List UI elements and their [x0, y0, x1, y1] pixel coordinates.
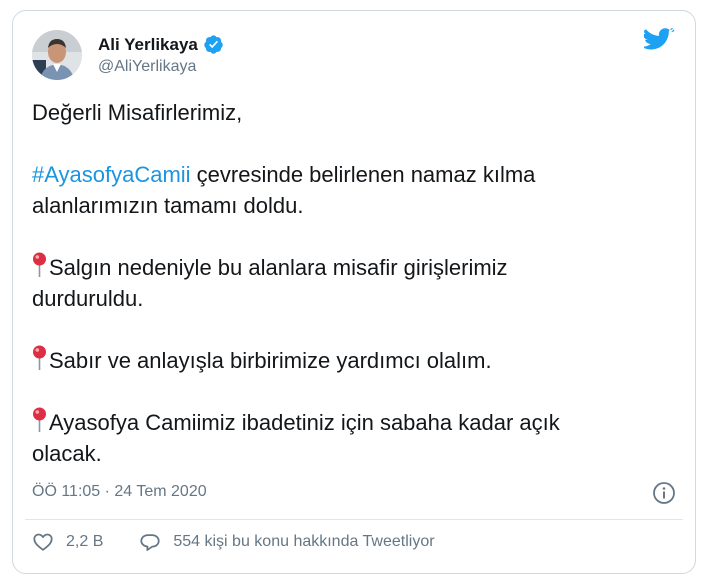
heart-icon: [33, 533, 53, 551]
item-2-line-1: Sabır ve anlayışla birbirimize yardımcı …: [49, 348, 492, 373]
tweet-timestamp[interactable]: ÖÖ 11:05 · 24 Tem 2020: [32, 483, 207, 501]
hashtag-line-rest: çevresinde belirlenen namaz kılma: [190, 162, 536, 187]
round-pushpin-icon: [33, 252, 46, 277]
speech-bubble-icon: [140, 534, 160, 551]
tweet-paragraph-item-3: Ayasofya Camiimiz ibadetiniz için sabaha…: [32, 407, 632, 469]
tweet-paragraph-item-2: Sabır ve anlayışla birbirimize yardımcı …: [32, 345, 632, 376]
info-icon[interactable]: [652, 481, 676, 505]
item-3-line-1: Ayasofya Camiimiz ibadetiniz için sabaha…: [49, 410, 560, 435]
tweet-text: Değerli Misafirlerimiz, #AyasofyaCamii ç…: [32, 97, 632, 469]
greeting-text: Değerli Misafirlerimiz,: [32, 100, 243, 125]
like-count: 2,2 B: [66, 533, 104, 550]
avatar-image: [32, 30, 82, 80]
item-3-line-2: olacak.: [32, 441, 102, 466]
tweet-card[interactable]: Ali Yerlikaya @AliYerlikaya Değerli Misa…: [12, 10, 696, 574]
item-1-line-1: Salgın nedeniyle bu alanlara misafir gir…: [49, 255, 508, 280]
conversation-text: 554 kişi bu konu hakkında Tweetliyor: [173, 533, 435, 550]
avatar[interactable]: [32, 30, 82, 80]
conversation-button[interactable]: 554 kişi bu konu hakkında Tweetliyor: [139, 531, 435, 553]
author-handle[interactable]: @AliYerlikaya: [98, 58, 224, 76]
twitter-bird-icon[interactable]: [644, 28, 675, 54]
author-name[interactable]: Ali Yerlikaya: [98, 35, 198, 55]
divider: [25, 519, 683, 520]
item-1-line-2: durduruldu.: [32, 286, 144, 311]
tweet-actions: 2,2 B 554 kişi bu konu hakkında Tweetliy…: [32, 531, 435, 553]
tweet-paragraph-item-1: Salgın nedeniyle bu alanlara misafir gir…: [32, 252, 632, 314]
name-row: Ali Yerlikaya: [98, 34, 224, 55]
tweet-header: Ali Yerlikaya @AliYerlikaya: [32, 29, 224, 81]
hashtag-line-2: alanlarımızın tamamı doldu.: [32, 193, 304, 218]
author-block: Ali Yerlikaya @AliYerlikaya: [98, 34, 224, 76]
verified-badge-icon: [204, 35, 223, 54]
hashtag-link[interactable]: #AyasofyaCamii: [32, 162, 191, 187]
tweet-paragraph-greeting: Değerli Misafirlerimiz,: [32, 97, 632, 128]
round-pushpin-icon: [33, 407, 46, 432]
like-button[interactable]: 2,2 B: [32, 531, 103, 553]
round-pushpin-icon: [33, 345, 46, 370]
tweet-paragraph-hashtag: #AyasofyaCamii çevresinde belirlenen nam…: [32, 159, 632, 221]
